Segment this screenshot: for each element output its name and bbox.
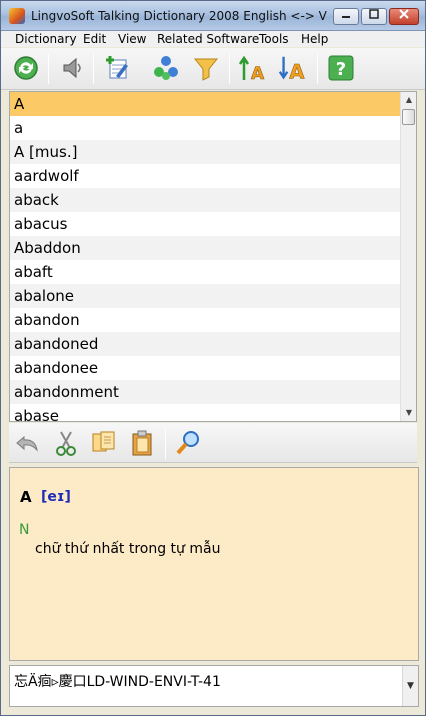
svg-text:?: ? xyxy=(336,59,346,80)
word-list-item[interactable]: aback xyxy=(10,188,400,212)
scroll-down-arrow[interactable]: ▼ xyxy=(401,405,416,421)
menu-view[interactable]: View xyxy=(118,31,146,47)
word-list-item[interactable]: aardwolf xyxy=(10,164,400,188)
menu-tools[interactable]: Tools xyxy=(259,31,289,47)
title-bar[interactable]: LingvoSoft Talking Dictionary 2008 Engli… xyxy=(1,1,425,31)
menu-related-software[interactable]: Related Software xyxy=(157,31,259,47)
word-list-item[interactable]: abalone xyxy=(10,284,400,308)
transcription: [eɪ] xyxy=(41,489,71,505)
word-list-item[interactable]: a xyxy=(10,116,400,140)
cut-icon[interactable] xyxy=(51,428,81,458)
edit-add-icon[interactable] xyxy=(101,53,131,83)
app-icon xyxy=(9,8,25,24)
app-window: LingvoSoft Talking Dictionary 2008 Engli… xyxy=(0,0,426,716)
paste-icon[interactable] xyxy=(127,428,157,458)
maximize-button[interactable] xyxy=(361,8,387,25)
speaker-icon[interactable] xyxy=(57,53,87,83)
toolbar-separator xyxy=(317,54,318,84)
undo-icon[interactable] xyxy=(13,428,43,458)
menu-dictionary[interactable]: Dictionary xyxy=(15,31,77,47)
word-list[interactable]: AaA [mus.] aardwolf aback abacus Abaddon abaf… xyxy=(9,91,417,422)
minimize-button[interactable] xyxy=(333,8,359,25)
sort-ascending-icon[interactable]: A xyxy=(237,53,267,83)
svg-text:A: A xyxy=(289,60,305,83)
molecules-icon[interactable] xyxy=(151,53,181,83)
word-list-item[interactable]: Abaddon xyxy=(10,236,400,260)
word-list-item[interactable]: abandoned xyxy=(10,332,400,356)
toolbar-separator xyxy=(93,54,94,84)
word-list-item[interactable]: abacus xyxy=(10,212,400,236)
toolbar-separator xyxy=(48,54,49,84)
search-combo[interactable]: ▼ xyxy=(9,665,419,707)
search-icon[interactable] xyxy=(173,428,203,458)
translation-pane[interactable]: A [eɪ] N chữ thứ nhất trong tự mẫu xyxy=(9,467,419,661)
toolbar-separator xyxy=(165,429,166,459)
word-list-item[interactable]: A xyxy=(10,92,400,116)
main-toolbar: A A ? xyxy=(1,48,425,90)
dropdown-arrow-icon[interactable]: ▼ xyxy=(402,666,418,706)
svg-text:A: A xyxy=(251,64,265,83)
sort-descending-icon[interactable]: A xyxy=(277,53,307,83)
copy-icon[interactable] xyxy=(89,428,119,458)
menu-bar: Dictionary Edit View Related Software To… xyxy=(1,31,425,47)
word-list-item[interactable]: abandon xyxy=(10,308,400,332)
meaning: chữ thứ nhất trong tự mẫu xyxy=(35,541,221,557)
window-title: LingvoSoft Talking Dictionary 2008 Engli… xyxy=(31,9,327,23)
edit-toolbar xyxy=(9,423,417,463)
toolbar-separator xyxy=(229,54,230,84)
scroll-thumb[interactable] xyxy=(402,109,415,125)
vertical-scrollbar[interactable]: ▲ ▼ xyxy=(400,92,416,421)
close-icon xyxy=(399,9,409,19)
word-list-item[interactable]: abaft xyxy=(10,260,400,284)
maximize-icon xyxy=(369,9,379,19)
close-button[interactable] xyxy=(389,8,419,25)
word-list-item[interactable]: abase xyxy=(10,404,400,421)
part-of-speech: N xyxy=(19,522,30,538)
menu-edit[interactable]: Edit xyxy=(83,31,106,47)
filter-icon[interactable] xyxy=(191,53,221,83)
minimize-icon xyxy=(342,16,350,18)
help-icon[interactable]: ? xyxy=(326,53,356,83)
word-list-item[interactable]: A [mus.] xyxy=(10,140,400,164)
word-list-item[interactable]: abandonee xyxy=(10,356,400,380)
menu-help[interactable]: Help xyxy=(301,31,328,47)
refresh-icon[interactable] xyxy=(11,53,41,83)
scroll-up-arrow[interactable]: ▲ xyxy=(401,92,416,108)
search-input[interactable] xyxy=(14,671,400,691)
word-list-item[interactable]: abandonment xyxy=(10,380,400,404)
headword: A xyxy=(20,488,32,506)
